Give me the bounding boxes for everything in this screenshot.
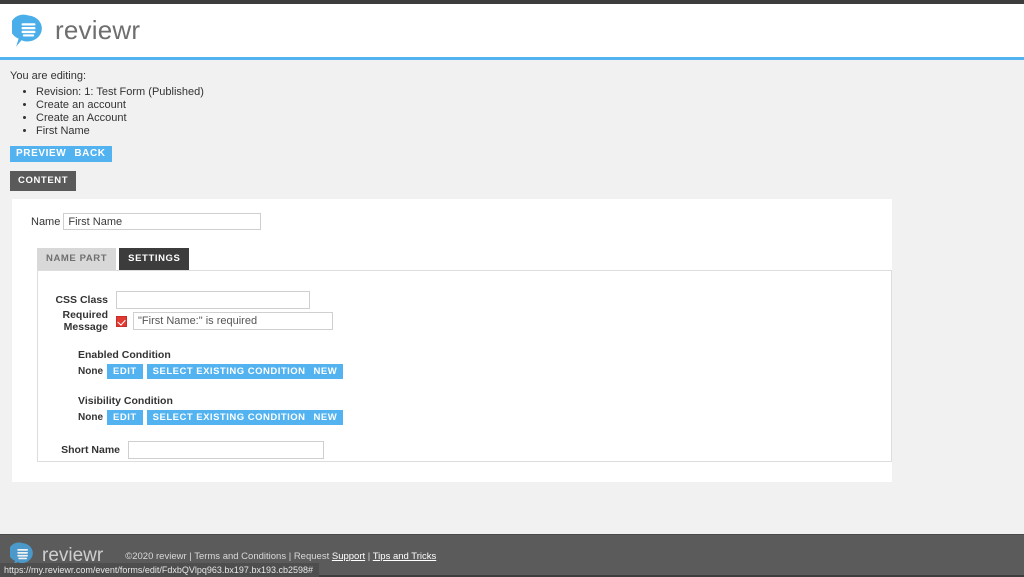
list-item: Create an account [36,99,1024,111]
support-link[interactable]: Support [332,551,365,562]
settings-pane: CSS Class Required Message Enabled Condi… [37,270,892,463]
action-bar: PREVIEW BACK [10,146,112,163]
visibility-condition-edit-button[interactable]: EDIT [107,410,143,426]
name-field-label: Name [31,215,61,228]
css-class-label: CSS Class [55,294,108,307]
name-input[interactable] [63,213,262,231]
enabled-condition-value: None [78,366,103,378]
visibility-condition-value: None [78,412,103,424]
required-message-checkbox[interactable] [116,315,127,327]
footer-copyright: ©2020 reviewr | Terms and Conditions | R… [125,550,332,562]
enabled-condition-edit-button[interactable]: EDIT [107,364,143,380]
main-content: You are editing: Revision: 1: Test Form … [0,60,1024,534]
required-message-input[interactable] [133,312,333,331]
tips-and-tricks-link[interactable]: Tips and Tricks [373,551,437,562]
brand-name: reviewr [55,15,141,45]
css-class-input[interactable] [116,291,310,310]
site-header: reviewr [0,4,1024,60]
short-name-input[interactable] [128,441,324,460]
short-name-label: Short Name [61,444,120,457]
list-item: Create an Account [36,112,1024,124]
enabled-condition-new-button[interactable]: NEW [314,364,338,379]
list-item: Revision: 1: Test Form (Published) [36,86,1024,98]
enabled-condition-button-group: SELECT EXISTING CONDITION NEW [146,364,344,380]
tab-settings[interactable]: SETTINGS [119,248,190,271]
required-message-row: Required Message [50,309,891,333]
footer-links: ©2020 reviewr | Terms and Conditions | R… [125,551,436,562]
name-field-row: Name [12,199,892,231]
editing-label: You are editing: [10,70,87,82]
tab-content[interactable]: CONTENT [10,171,77,192]
short-name-row: Short Name [50,441,891,460]
visibility-condition-select-existing-button[interactable]: SELECT EXISTING CONDITION [153,410,306,425]
enabled-condition-select-existing-button[interactable]: SELECT EXISTING CONDITION [153,364,306,379]
editor-tabs: NAME PART SETTINGS [37,248,892,271]
footer-separator: | [365,550,373,562]
back-button[interactable]: BACK [74,146,105,162]
visibility-condition-title: Visibility Condition [78,395,173,408]
visibility-condition-button-group: SELECT EXISTING CONDITION NEW [146,410,344,426]
list-item: First Name [36,125,1024,137]
speech-bubble-lines-icon [12,14,46,48]
visibility-condition-row: None EDIT SELECT EXISTING CONDITION NEW [78,410,891,426]
browser-page: reviewr You are editing: Revision: 1: Te… [0,0,1024,577]
editor-panel: Name NAME PART SETTINGS CSS Class Requir… [12,199,892,483]
status-bar-url: https://my.reviewr.com/event/forms/edit/… [0,563,319,577]
breadcrumb: Revision: 1: Test Form (Published) Creat… [0,86,1024,137]
preview-button[interactable]: PREVIEW [16,146,66,162]
content-tab-row: CONTENT [10,171,1024,192]
enabled-condition-row: None EDIT SELECT EXISTING CONDITION NEW [78,364,891,380]
visibility-condition-new-button[interactable]: NEW [314,410,338,425]
required-message-label: Required Message [62,309,108,334]
enabled-condition-title: Enabled Condition [78,349,171,362]
tab-name-part[interactable]: NAME PART [37,248,117,271]
brand-logo[interactable]: reviewr [12,14,140,48]
site-footer: reviewr ©2020 reviewr | Terms and Condit… [0,534,1024,577]
css-class-row: CSS Class [50,291,891,310]
